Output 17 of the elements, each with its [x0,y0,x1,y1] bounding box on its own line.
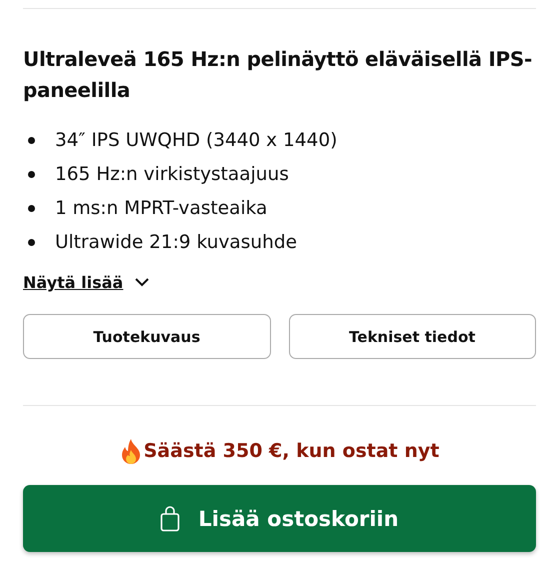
promo-text: Säästä 350 €, kun ostat nyt [144,440,440,462]
tab-button[interactable]: Tekniset tiedot [288,314,536,359]
bullet-icon [28,171,35,178]
show-more-link[interactable]: Näytä lisää [23,273,150,292]
bullet-icon [28,239,35,246]
add-to-cart-button[interactable]: Lisää ostoskoriin [23,485,536,552]
bullet-icon [28,137,35,144]
bullet-icon [28,205,35,212]
shopping-bag-icon [160,506,180,532]
feature-text: 34″ IPS UWQHD (3440 x 1440) [55,129,338,153]
flame-icon [120,438,142,464]
feature-text: Ultrawide 21:9 kuvasuhde [55,231,297,255]
product-title: Ultraleveä 165 Hz:n pelinäyttö eläväisellä IPS-paneelilla [23,46,534,104]
feature-text: 1 ms:n MPRT-vasteaika [55,197,268,221]
feature-text: 165 Hz:n virkistystaajuus [55,163,289,187]
tab-button[interactable]: Tuotekuvaus [23,314,270,359]
chevron-icon [135,278,150,287]
